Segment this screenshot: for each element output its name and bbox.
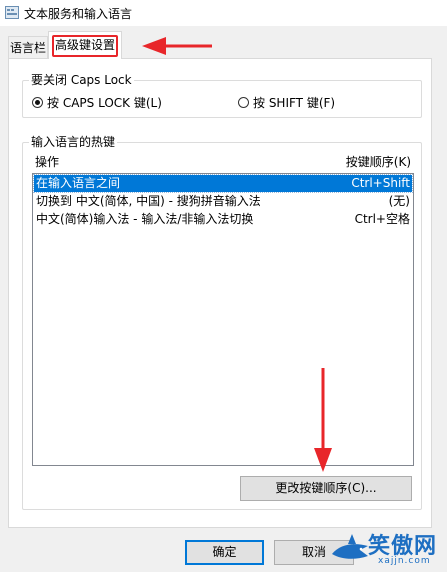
title-bar: 文本服务和输入语言 bbox=[0, 0, 447, 26]
list-item[interactable]: 在输入语言之间 Ctrl+Shift bbox=[33, 174, 413, 193]
tab-advanced-key-settings[interactable]: 高级键设置 bbox=[48, 31, 122, 59]
radio-dot-checked bbox=[32, 97, 43, 108]
list-item-keys: Ctrl+空格 bbox=[354, 212, 410, 226]
column-key-sequence: 按键顺序(K) bbox=[345, 155, 411, 169]
highlight-box bbox=[52, 35, 118, 57]
radio-caps-lock[interactable]: 按 CAPS LOCK 键(L) bbox=[32, 94, 162, 111]
hotkeys-group-legend: 输入语言的热键 bbox=[29, 135, 118, 149]
hotkey-list[interactable]: 在输入语言之间 Ctrl+Shift 切换到 中文(简体, 中国) - 搜狗拼音… bbox=[32, 173, 414, 466]
shark-icon bbox=[332, 534, 368, 559]
list-item-action: 中文(简体)输入法 - 输入法/非输入法切换 bbox=[36, 212, 254, 226]
radio-shift[interactable]: 按 SHIFT 键(F) bbox=[238, 94, 335, 111]
tab-language-bar[interactable]: 语言栏 bbox=[8, 36, 48, 58]
list-item[interactable]: 中文(简体)输入法 - 输入法/非输入法切换 Ctrl+空格 bbox=[34, 211, 412, 228]
list-item-keys: (无) bbox=[388, 194, 410, 208]
hotkey-list-header: 操作 按键顺序(K) bbox=[32, 152, 414, 170]
list-item-action: 在输入语言之间 bbox=[36, 176, 121, 190]
list-item-action: 切换到 中文(简体, 中国) - 搜狗拼音输入法 bbox=[36, 194, 261, 208]
watermark-url: xajjn.com bbox=[378, 556, 431, 566]
radio-dot bbox=[238, 97, 249, 108]
window-title: 文本服务和输入语言 bbox=[24, 7, 133, 21]
change-key-sequence-button[interactable]: 更改按键顺序(C)... bbox=[240, 476, 412, 501]
list-item-keys: Ctrl+Shift bbox=[351, 176, 410, 190]
ok-button[interactable]: 确定 bbox=[185, 540, 264, 565]
radio-shift-label: 按 SHIFT 键(F) bbox=[253, 96, 336, 110]
list-item[interactable]: 切换到 中文(简体, 中国) - 搜狗拼音输入法 (无) bbox=[34, 193, 412, 210]
keyboard-icon bbox=[5, 6, 19, 19]
caps-lock-group-legend: 要关闭 Caps Lock bbox=[29, 73, 134, 87]
watermark-logo: 笑傲网 xajjn.com bbox=[328, 526, 447, 572]
column-action: 操作 bbox=[35, 155, 60, 169]
radio-caps-lock-label: 按 CAPS LOCK 键(L) bbox=[47, 96, 162, 110]
